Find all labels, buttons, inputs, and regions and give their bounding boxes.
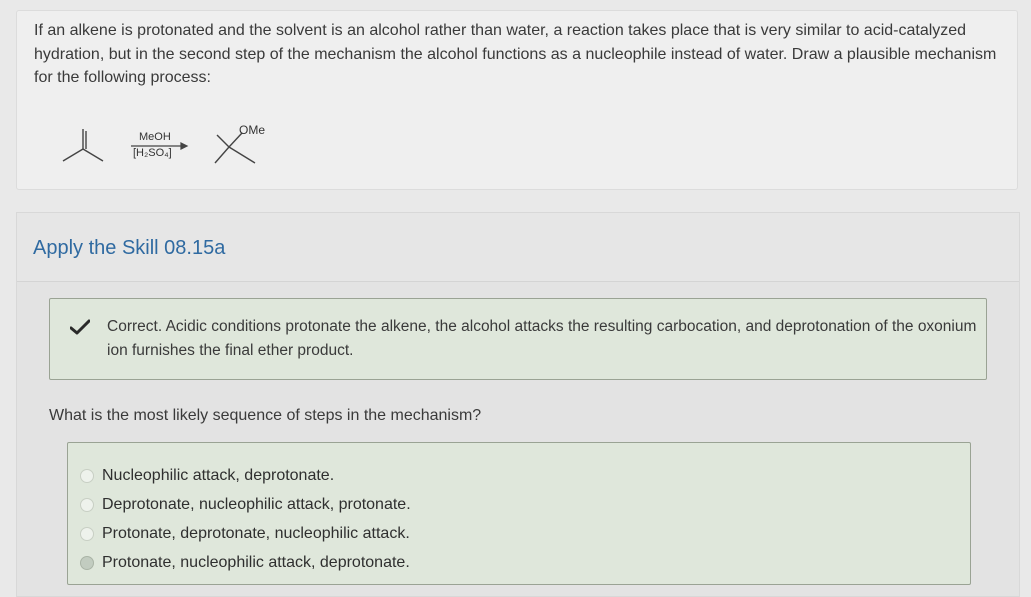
reagent-methanol: MeOH bbox=[139, 131, 171, 143]
option-label: Protonate, nucleophilic attack, deproton… bbox=[102, 554, 410, 571]
question-prompt: What is the most likely sequence of step… bbox=[49, 407, 482, 424]
reaction-scheme: MeOH [H₂SO₄] OMe bbox=[57, 117, 287, 177]
reagent-catalyst: [H₂SO₄] bbox=[133, 147, 172, 159]
skill-header: Apply the Skill 08.15a bbox=[17, 213, 1019, 282]
feedback-box: Correct. Acidic conditions protonate the… bbox=[49, 298, 987, 380]
question-text: If an alkene is protonated and the solve… bbox=[34, 22, 997, 86]
radio-button[interactable] bbox=[80, 527, 94, 541]
option-3[interactable]: Protonate, deprotonate, nucleophilic att… bbox=[80, 522, 410, 546]
skill-title: Apply the Skill 08.15a bbox=[33, 237, 226, 259]
checkmark-icon bbox=[70, 319, 90, 335]
question-card: If an alkene is protonated and the solve… bbox=[16, 10, 1018, 190]
radio-button[interactable] bbox=[80, 469, 94, 483]
radio-button[interactable] bbox=[80, 498, 94, 512]
option-4[interactable]: Protonate, nucleophilic attack, deproton… bbox=[80, 551, 410, 575]
feedback-text: Correct. Acidic conditions protonate the… bbox=[107, 318, 977, 359]
option-label: Protonate, deprotonate, nucleophilic att… bbox=[102, 525, 410, 542]
product-group-label: OMe bbox=[239, 123, 266, 137]
option-1[interactable]: Nucleophilic attack, deprotonate. bbox=[80, 464, 334, 488]
skill-panel: Apply the Skill 08.15a Correct. Acidic c… bbox=[16, 212, 1020, 597]
radio-button-selected[interactable] bbox=[80, 556, 94, 570]
option-label: Deprotonate, nucleophilic attack, proton… bbox=[102, 496, 411, 513]
option-2[interactable]: Deprotonate, nucleophilic attack, proton… bbox=[80, 493, 411, 517]
answer-options: Nucleophilic attack, deprotonate. Deprot… bbox=[67, 442, 971, 585]
option-label: Nucleophilic attack, deprotonate. bbox=[102, 467, 335, 484]
